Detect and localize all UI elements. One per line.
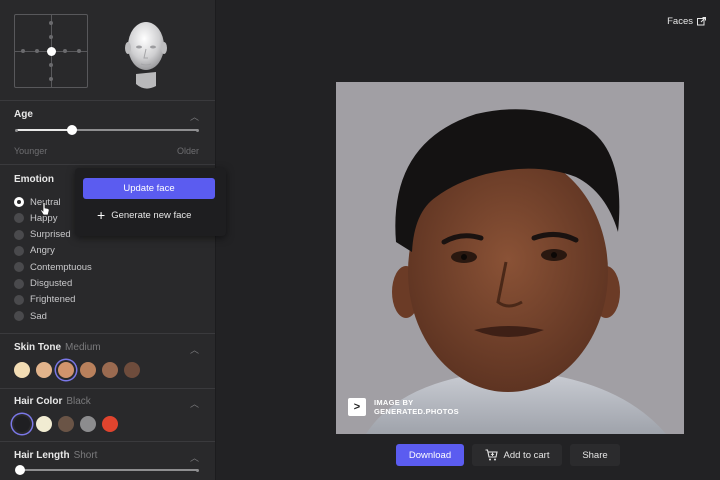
watermark-text: IMAGE BY GENERATED.PHOTOS [374, 398, 459, 417]
emotion-option-label: Frightened [30, 294, 76, 306]
emotion-option[interactable]: Sad [14, 309, 47, 323]
watermark-line-1: IMAGE BY [374, 398, 414, 407]
skin-tone-swatch[interactable] [58, 362, 74, 378]
skin-tone-swatch[interactable] [80, 362, 96, 378]
divider [0, 100, 215, 101]
share-button[interactable]: Share [570, 444, 620, 466]
external-link-icon [697, 17, 706, 26]
face-portrait-image [336, 82, 684, 434]
update-face-button[interactable]: Update face [83, 178, 215, 199]
emotion-option-label: Contemptuous [30, 261, 92, 273]
radio-button[interactable] [14, 229, 24, 240]
hair-color-title: Hair Color Black [14, 396, 91, 407]
grid-dot [49, 77, 53, 81]
emotion-option-label: Surprised [30, 229, 71, 241]
divider [0, 333, 215, 334]
grid-dot [49, 63, 53, 67]
divider [0, 164, 215, 165]
download-button[interactable]: Download [396, 444, 464, 466]
radio-button[interactable] [14, 197, 24, 207]
emotion-option-label: Disgusted [30, 278, 73, 289]
emotion-option[interactable]: Disgusted [14, 277, 72, 291]
age-slider[interactable] [15, 125, 199, 135]
age-min-label: Younger [14, 146, 48, 156]
add-to-cart-label: Add to cart [503, 449, 550, 461]
grid-dot [21, 49, 25, 53]
grid-dot [63, 49, 67, 53]
divider [0, 441, 215, 442]
chevron-up-icon[interactable]: ︿ [190, 343, 199, 356]
chevron-up-icon[interactable]: ︿ [190, 451, 199, 464]
emotion-option[interactable]: Frightened [14, 293, 75, 307]
hair-color-swatch[interactable] [80, 416, 96, 432]
hair-color-label: Hair Color [14, 396, 63, 407]
age-slider-thumb[interactable] [67, 125, 77, 135]
radio-button[interactable] [14, 311, 24, 322]
hair-color-value: Black [66, 396, 91, 407]
emotion-option[interactable]: Contemptuous [14, 260, 92, 274]
head-position-handle[interactable] [47, 47, 56, 56]
radio-button[interactable] [14, 294, 24, 305]
add-to-cart-button[interactable]: Add to cart [472, 444, 562, 466]
chevron-up-icon[interactable]: ︿ [190, 110, 199, 123]
sidebar: Age ︿ Younger Older Emotion Neutral Happy… [0, 0, 216, 480]
hair-color-swatch[interactable] [102, 416, 118, 432]
hair-color-swatch[interactable] [58, 416, 74, 432]
faces-link-label: Faces [667, 16, 693, 27]
hair-color-swatch[interactable] [14, 416, 30, 432]
hair-length-label: Hair Length [14, 450, 70, 461]
emotion-option[interactable]: Surprised [14, 228, 71, 242]
divider [0, 388, 215, 389]
chevron-up-icon[interactable]: ︿ [190, 397, 199, 410]
head-position-grid[interactable] [14, 14, 88, 88]
grid-dot [35, 49, 39, 53]
hair-length-value: Short [73, 450, 98, 461]
emotion-title: Emotion [14, 174, 54, 185]
hair-length-slider[interactable] [15, 465, 199, 475]
slider-end [15, 128, 18, 132]
radio-button[interactable] [14, 262, 24, 273]
emotion-option-label: Sad [30, 310, 47, 322]
head-model-preview [125, 22, 167, 89]
faces-link[interactable]: Faces [667, 16, 706, 27]
skin-tone-label: Skin Tone [14, 342, 62, 353]
skin-tone-value: Medium [65, 342, 101, 353]
slider-end [196, 128, 199, 132]
generated-photos-logo-icon: > [348, 398, 366, 417]
cart-plus-icon [485, 449, 498, 461]
skin-tone-swatch[interactable] [102, 362, 118, 378]
grid-dot [49, 21, 53, 25]
grid-dot [49, 35, 53, 39]
emotion-option-label: Angry [30, 245, 55, 257]
age-max-label: Older [176, 146, 199, 156]
age-slider-fill [16, 129, 72, 131]
skin-tone-swatch[interactable] [124, 362, 140, 378]
grid-dot [77, 49, 81, 53]
radio-button[interactable] [14, 278, 24, 289]
hair-color-swatch[interactable] [36, 416, 52, 432]
skin-tone-swatch[interactable] [36, 362, 52, 378]
emotion-option[interactable]: Happy [14, 211, 57, 225]
skin-tone-title: Skin Tone Medium [14, 342, 101, 353]
generate-new-face-button[interactable]: + Generate new face [97, 208, 191, 222]
emotion-option[interactable]: Neutral [14, 195, 61, 209]
hair-length-slider-thumb[interactable] [15, 465, 25, 475]
plus-icon: + [97, 207, 106, 223]
generated-face-photo: > IMAGE BY GENERATED.PHOTOS [336, 82, 684, 434]
emotion-option[interactable]: Angry [14, 244, 55, 258]
generate-new-face-label: Generate new face [111, 209, 192, 221]
watermark: > IMAGE BY GENERATED.PHOTOS [348, 398, 459, 417]
slider-end [196, 468, 199, 472]
hand-cursor-icon [40, 202, 50, 216]
skin-tone-swatch[interactable] [14, 362, 30, 378]
age-title: Age [14, 109, 33, 120]
hair-length-title: Hair Length Short [14, 450, 97, 461]
radio-button[interactable] [14, 213, 24, 224]
watermark-line-2: GENERATED.PHOTOS [374, 407, 459, 417]
face-actions-popup: Update face + Generate new face [75, 168, 226, 236]
radio-button[interactable] [14, 245, 24, 256]
